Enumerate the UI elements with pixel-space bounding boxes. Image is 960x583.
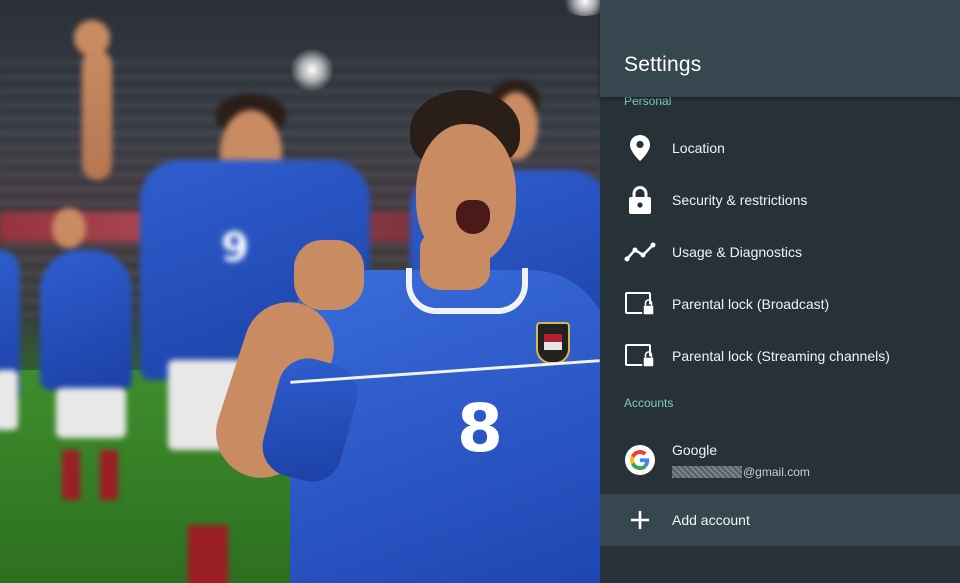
settings-header: Settings bbox=[600, 0, 960, 97]
jersey-crest bbox=[536, 322, 570, 364]
jersey-number-back: 9 bbox=[221, 225, 249, 271]
parental-lock-icon bbox=[624, 340, 656, 372]
stadium-light bbox=[560, 0, 600, 16]
settings-item-label: Security & restrictions bbox=[672, 192, 808, 208]
lock-icon bbox=[624, 184, 656, 216]
settings-item-location[interactable]: Location bbox=[600, 122, 960, 174]
settings-item-label: Location bbox=[672, 140, 725, 156]
account-name: Google bbox=[672, 442, 718, 458]
settings-item-label: Parental lock (Broadcast) bbox=[672, 296, 830, 312]
google-icon bbox=[624, 444, 656, 476]
stadium-light bbox=[290, 48, 334, 92]
settings-item-label: Usage & Diagnostics bbox=[672, 244, 802, 260]
settings-panel: Settings Personal Location Security & re… bbox=[600, 0, 960, 583]
section-accounts: Accounts bbox=[624, 396, 674, 410]
background-photo: 9 8 bbox=[0, 0, 600, 583]
account-email: @gmail.com bbox=[672, 465, 810, 479]
settings-title: Settings bbox=[624, 53, 702, 76]
location-pin-icon bbox=[624, 132, 656, 164]
settings-item-security[interactable]: Security & restrictions bbox=[600, 174, 960, 226]
parental-lock-icon bbox=[624, 288, 656, 320]
settings-item-parental-lock-broadcast[interactable]: Parental lock (Broadcast) bbox=[600, 278, 960, 330]
account-google[interactable]: Google bbox=[600, 432, 960, 488]
account-email-suffix: @gmail.com bbox=[743, 465, 810, 479]
add-account-label: Add account bbox=[672, 512, 750, 528]
settings-item-parental-lock-streaming[interactable]: Parental lock (Streaming channels) bbox=[600, 330, 960, 382]
diagnostics-graph-icon bbox=[624, 236, 656, 268]
jersey-collar bbox=[406, 268, 528, 314]
settings-item-label: Parental lock (Streaming channels) bbox=[672, 348, 890, 364]
add-account-button[interactable]: Add account bbox=[600, 494, 960, 546]
plus-icon bbox=[624, 504, 656, 536]
settings-item-usage-diagnostics[interactable]: Usage & Diagnostics bbox=[600, 226, 960, 278]
jersey-number-front: 8 bbox=[457, 390, 503, 467]
redacted-email-prefix bbox=[672, 466, 742, 478]
